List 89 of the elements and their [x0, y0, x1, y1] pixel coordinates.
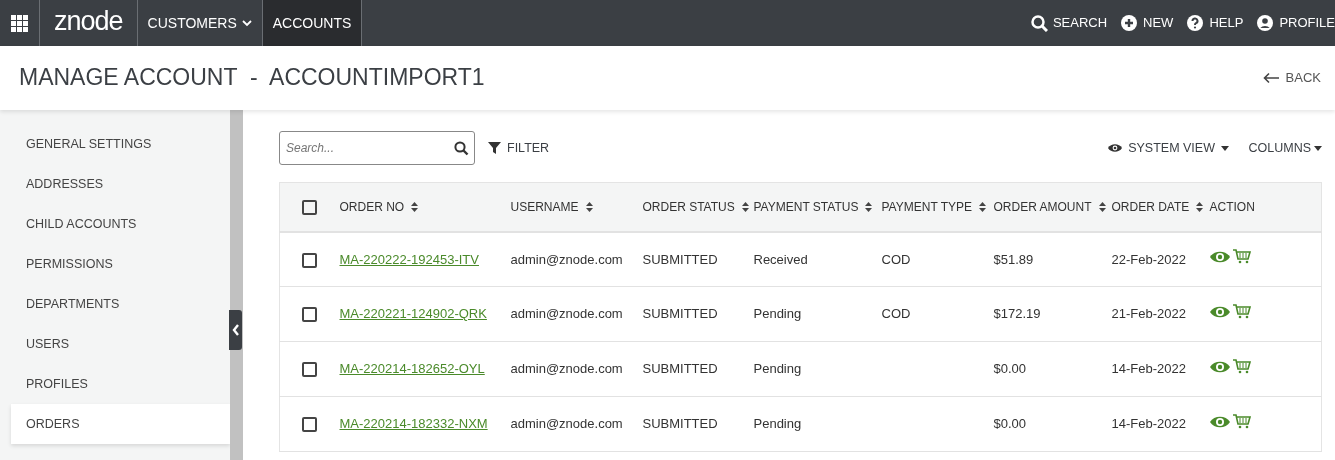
filter-button[interactable]: FILTER — [488, 138, 550, 158]
column-header: ORDER DATE — [1111, 198, 1190, 216]
user-icon — [1257, 14, 1275, 32]
sort-icon — [1196, 201, 1204, 212]
order-link[interactable]: MA-220222-192453-ITV — [339, 251, 479, 267]
columns-dropdown[interactable]: COLUMNS — [1248, 138, 1322, 158]
sidebar-item[interactable]: DEPARTMENTS — [11, 284, 230, 324]
logo[interactable]: znode — [40, 0, 138, 46]
collapse-button[interactable] — [229, 310, 242, 350]
table-cell: SUBMITTED — [642, 416, 718, 432]
search-icon — [1030, 14, 1048, 32]
eye-icon — [1209, 414, 1230, 429]
checkbox[interactable] — [302, 252, 317, 268]
table-cell: COD — [881, 306, 911, 322]
profile-button[interactable]: PROFILE — [1243, 0, 1335, 46]
table-cell: SUBMITTED — [642, 251, 718, 267]
cart-icon — [1232, 304, 1251, 319]
table-cell: $51.89 — [993, 251, 1034, 267]
cart-icon — [1232, 249, 1251, 265]
arrow-left-icon — [1262, 72, 1280, 84]
search-button[interactable]: SEARCH — [1016, 0, 1108, 46]
sort-icon — [585, 201, 593, 212]
eye-icon — [1209, 304, 1230, 319]
grid-icon — [11, 14, 28, 32]
table-cell: $0.00 — [993, 416, 1027, 432]
page-title: MANAGE ACCOUNT - ACCOUNTIMPORT1 — [19, 64, 485, 92]
table-cell: Pending — [753, 306, 802, 322]
new-button[interactable]: NEW — [1107, 0, 1174, 46]
checkbox[interactable] — [302, 417, 317, 433]
order-link[interactable]: MA-220214-182652-OYL — [339, 361, 485, 377]
column-header: ORDER STATUS — [642, 198, 735, 216]
cart-icon — [1232, 414, 1251, 429]
checkbox[interactable] — [302, 362, 317, 378]
cart-icon — [1232, 359, 1251, 374]
caret-icon — [1221, 145, 1229, 151]
table-cell: admin@znode.com — [510, 416, 623, 432]
scrollbar[interactable] — [230, 110, 243, 460]
back-button[interactable]: BACK — [1256, 67, 1327, 89]
table-cell: Pending — [753, 416, 802, 432]
table-cell: 14-Feb-2022 — [1111, 416, 1186, 432]
checkbox[interactable] — [302, 307, 317, 323]
sort-icon — [1098, 201, 1106, 212]
table-cell: admin@znode.com — [510, 306, 623, 322]
sidebar-item[interactable]: GENERAL SETTINGS — [11, 124, 230, 164]
chevron-left-icon — [231, 324, 240, 336]
sidebar-item[interactable]: ADDRESSES — [11, 164, 230, 204]
sort-icon — [978, 201, 986, 212]
search-field[interactable]: Search... — [279, 131, 475, 165]
eye-icon — [1108, 143, 1123, 153]
column-header: PAYMENT STATUS — [753, 198, 859, 216]
order-link[interactable]: MA-220214-182332-NXM — [339, 416, 488, 432]
table-cell: admin@znode.com — [510, 361, 623, 377]
checkbox[interactable] — [302, 200, 317, 216]
sidebar-item[interactable]: PROFILES — [11, 364, 230, 404]
column-header: ACTION — [1209, 198, 1255, 216]
nav-tab[interactable]: ACCOUNTS — [262, 0, 363, 46]
help-icon — [1187, 14, 1205, 32]
search-icon — [454, 141, 469, 156]
table-cell: SUBMITTED — [642, 306, 718, 322]
table-cell: SUBMITTED — [642, 361, 718, 377]
table-cell: $0.00 — [993, 361, 1027, 377]
nav-tab[interactable]: CUSTOMERS — [137, 0, 263, 46]
view-dropdown[interactable]: SYSTEM VIEW — [1108, 138, 1229, 158]
sidebar-item[interactable]: USERS — [11, 324, 230, 364]
table-cell: $172.19 — [993, 306, 1041, 322]
order-link[interactable]: MA-220221-124902-QRK — [339, 306, 487, 322]
caret-icon — [1314, 145, 1322, 151]
sidebar-item[interactable]: PERMISSIONS — [11, 244, 230, 284]
eye-icon — [1209, 249, 1230, 264]
table-cell: 14-Feb-2022 — [1111, 361, 1186, 377]
sort-icon — [411, 201, 419, 212]
sidebar-item[interactable]: ORDERS — [11, 404, 230, 444]
filter-icon — [488, 142, 501, 154]
chevron-down-icon — [241, 19, 252, 27]
sort-icon — [865, 201, 873, 212]
sidebar-item[interactable]: CHILD ACCOUNTS — [11, 204, 230, 244]
column-header: ORDER NO — [339, 198, 405, 216]
column-header: PAYMENT TYPE — [881, 198, 972, 216]
column-header: USERNAME — [510, 198, 579, 216]
help-button[interactable]: HELP — [1173, 0, 1244, 46]
eye-icon — [1209, 359, 1230, 374]
plus-circle-icon — [1121, 14, 1139, 32]
table-cell: Received — [753, 251, 808, 267]
column-header: ORDER AMOUNT — [993, 198, 1092, 216]
table-cell: COD — [881, 251, 911, 267]
table-cell: Pending — [753, 361, 802, 377]
table-cell: 21-Feb-2022 — [1111, 306, 1186, 322]
table-cell: 22-Feb-2022 — [1111, 251, 1186, 267]
table-cell: admin@znode.com — [510, 251, 623, 267]
